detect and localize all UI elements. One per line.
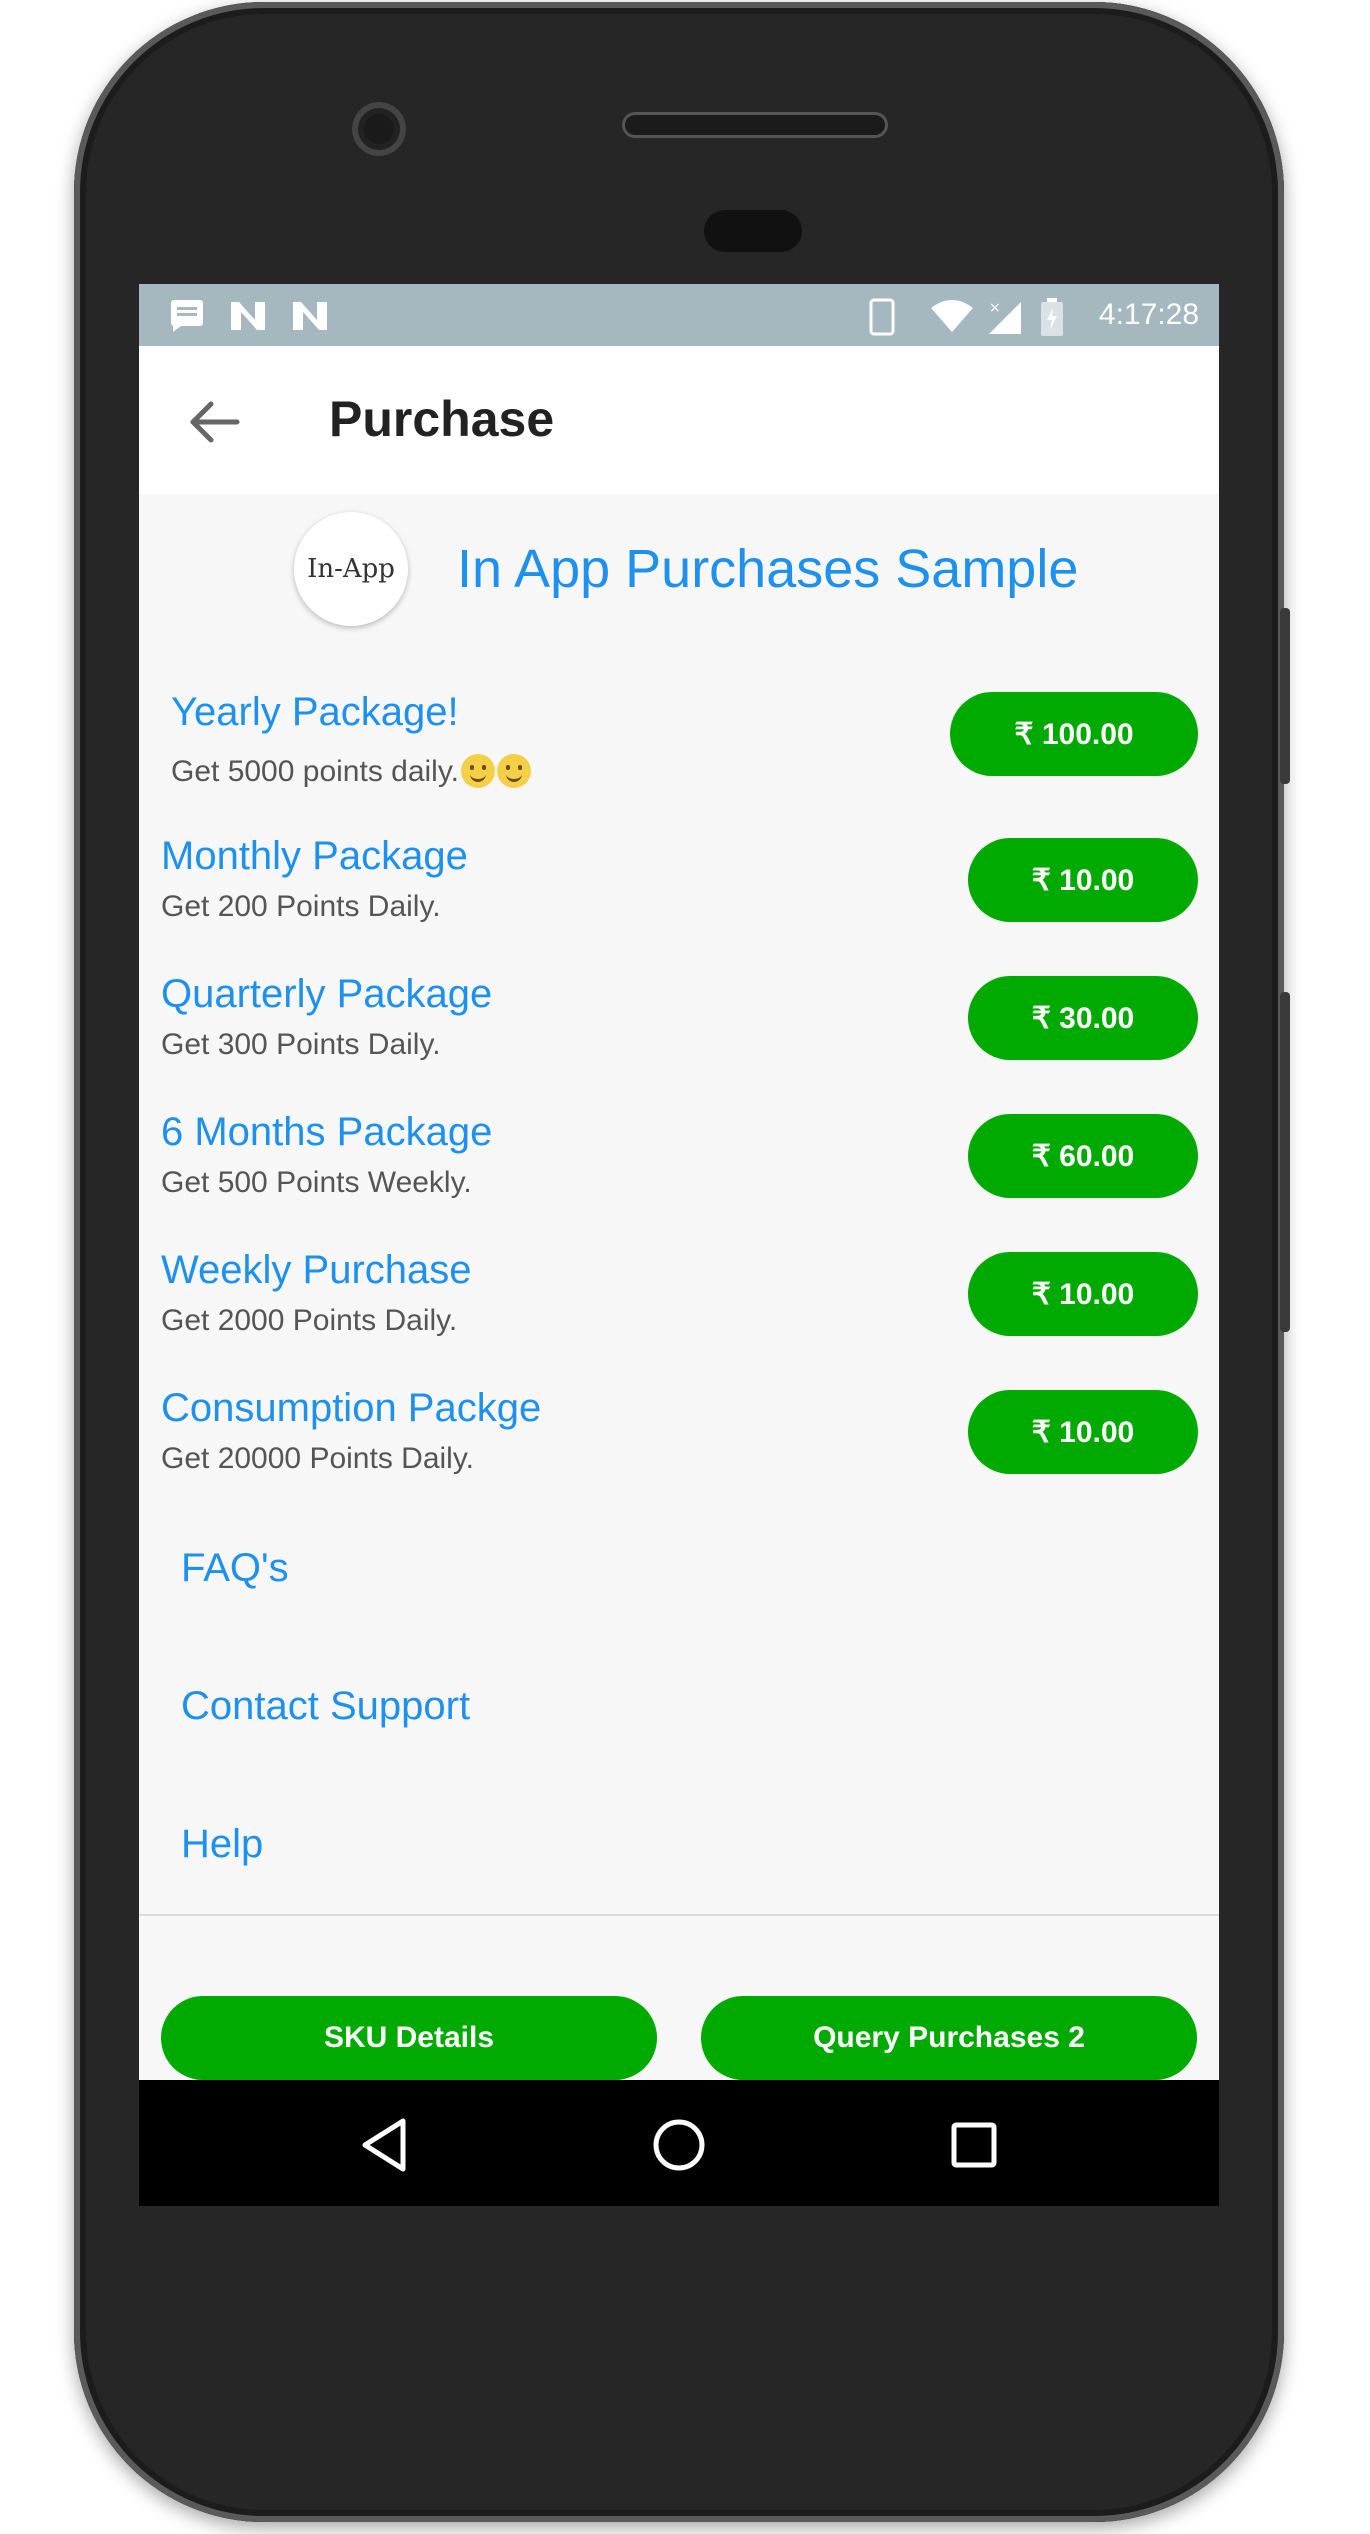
package-row-quarterly: Quarterly Package Get 300 Points Daily. … (139, 948, 1219, 1088)
package-description: Get 500 Points Weekly. (161, 1166, 472, 1199)
buy-6-months-button[interactable]: ₹ 60.00 (968, 1114, 1198, 1198)
package-row-6-months: 6 Months Package Get 500 Points Weekly. … (139, 1086, 1219, 1226)
earpiece-speaker (622, 112, 888, 138)
package-description: Get 5000 points daily. (171, 754, 531, 789)
app-logo: In-App (294, 512, 408, 626)
nav-home-button[interactable] (644, 2110, 714, 2180)
front-camera (352, 102, 406, 156)
screen: × 4:17:28 Purchase In-App In App Purchas… (139, 284, 1219, 2206)
smiley-emoji-icon (460, 754, 495, 788)
nav-back-button[interactable] (349, 2110, 419, 2180)
signal-icon: × (989, 300, 1021, 334)
package-title: Yearly Package! (171, 690, 459, 734)
package-description-text: Get 5000 points daily. (171, 755, 459, 788)
app-bar: Purchase (139, 346, 1219, 495)
package-title: Consumption Packge (161, 1386, 542, 1430)
nav-recents-button[interactable] (939, 2110, 1009, 2180)
link-label: Help (181, 1822, 264, 1866)
link-label: FAQ's (181, 1546, 289, 1590)
package-description: Get 200 Points Daily. (161, 890, 441, 923)
back-arrow-icon[interactable] (179, 386, 251, 458)
clock: 4:17:28 (1098, 298, 1199, 331)
link-label: Contact Support (181, 1684, 471, 1728)
proximity-sensor (704, 210, 802, 252)
smiley-emoji-icon (496, 754, 531, 788)
recents-square-icon (951, 2122, 997, 2168)
package-title: Quarterly Package (161, 972, 493, 1016)
package-row-consumption: Consumption Packge Get 20000 Points Dail… (139, 1362, 1219, 1502)
battery-charging-icon (1041, 298, 1063, 336)
package-description: Get 2000 Points Daily. (161, 1304, 458, 1337)
query-purchases-button[interactable]: Query Purchases 2 (701, 1996, 1197, 2080)
page-title: Purchase (329, 391, 555, 447)
package-title: 6 Months Package (161, 1110, 493, 1154)
package-title: Weekly Purchase (161, 1248, 472, 1292)
n-icon (231, 302, 265, 330)
n-icon (293, 302, 327, 330)
help-link[interactable]: Help (139, 1776, 1219, 1916)
contact-support-link[interactable]: Contact Support (139, 1638, 1219, 1778)
system-nav-bar (139, 2080, 1219, 2206)
svg-text:×: × (989, 300, 1001, 316)
package-description: Get 300 Points Daily. (161, 1028, 441, 1061)
phone-icon (869, 298, 895, 336)
home-circle-icon (653, 2119, 705, 2171)
package-row-monthly: Monthly Package Get 200 Points Daily. ₹ … (139, 810, 1219, 950)
power-button (1280, 608, 1290, 784)
wifi-icon (931, 300, 973, 332)
volume-button (1280, 992, 1290, 1332)
buy-consumption-button[interactable]: ₹ 10.00 (968, 1390, 1198, 1474)
buy-monthly-button[interactable]: ₹ 10.00 (968, 838, 1198, 922)
buy-weekly-button[interactable]: ₹ 10.00 (968, 1252, 1198, 1336)
package-description: Get 20000 Points Daily. (161, 1442, 474, 1475)
package-title: Monthly Package (161, 834, 468, 878)
package-row-yearly: Yearly Package! Get 5000 points daily. ₹… (139, 652, 1219, 812)
status-bar: × 4:17:28 (139, 284, 1219, 346)
notification-icon (171, 300, 203, 332)
sku-details-button[interactable]: SKU Details (161, 1996, 657, 2080)
back-triangle-icon (362, 2118, 406, 2172)
app-header: In-App In App Purchases Sample (139, 494, 1219, 654)
buy-quarterly-button[interactable]: ₹ 30.00 (968, 976, 1198, 1060)
buy-yearly-button[interactable]: ₹ 100.00 (950, 692, 1198, 776)
faq-link[interactable]: FAQ's (139, 1500, 1219, 1640)
app-title: In App Purchases Sample (457, 539, 1079, 599)
package-row-weekly: Weekly Purchase Get 2000 Points Daily. ₹… (139, 1224, 1219, 1364)
